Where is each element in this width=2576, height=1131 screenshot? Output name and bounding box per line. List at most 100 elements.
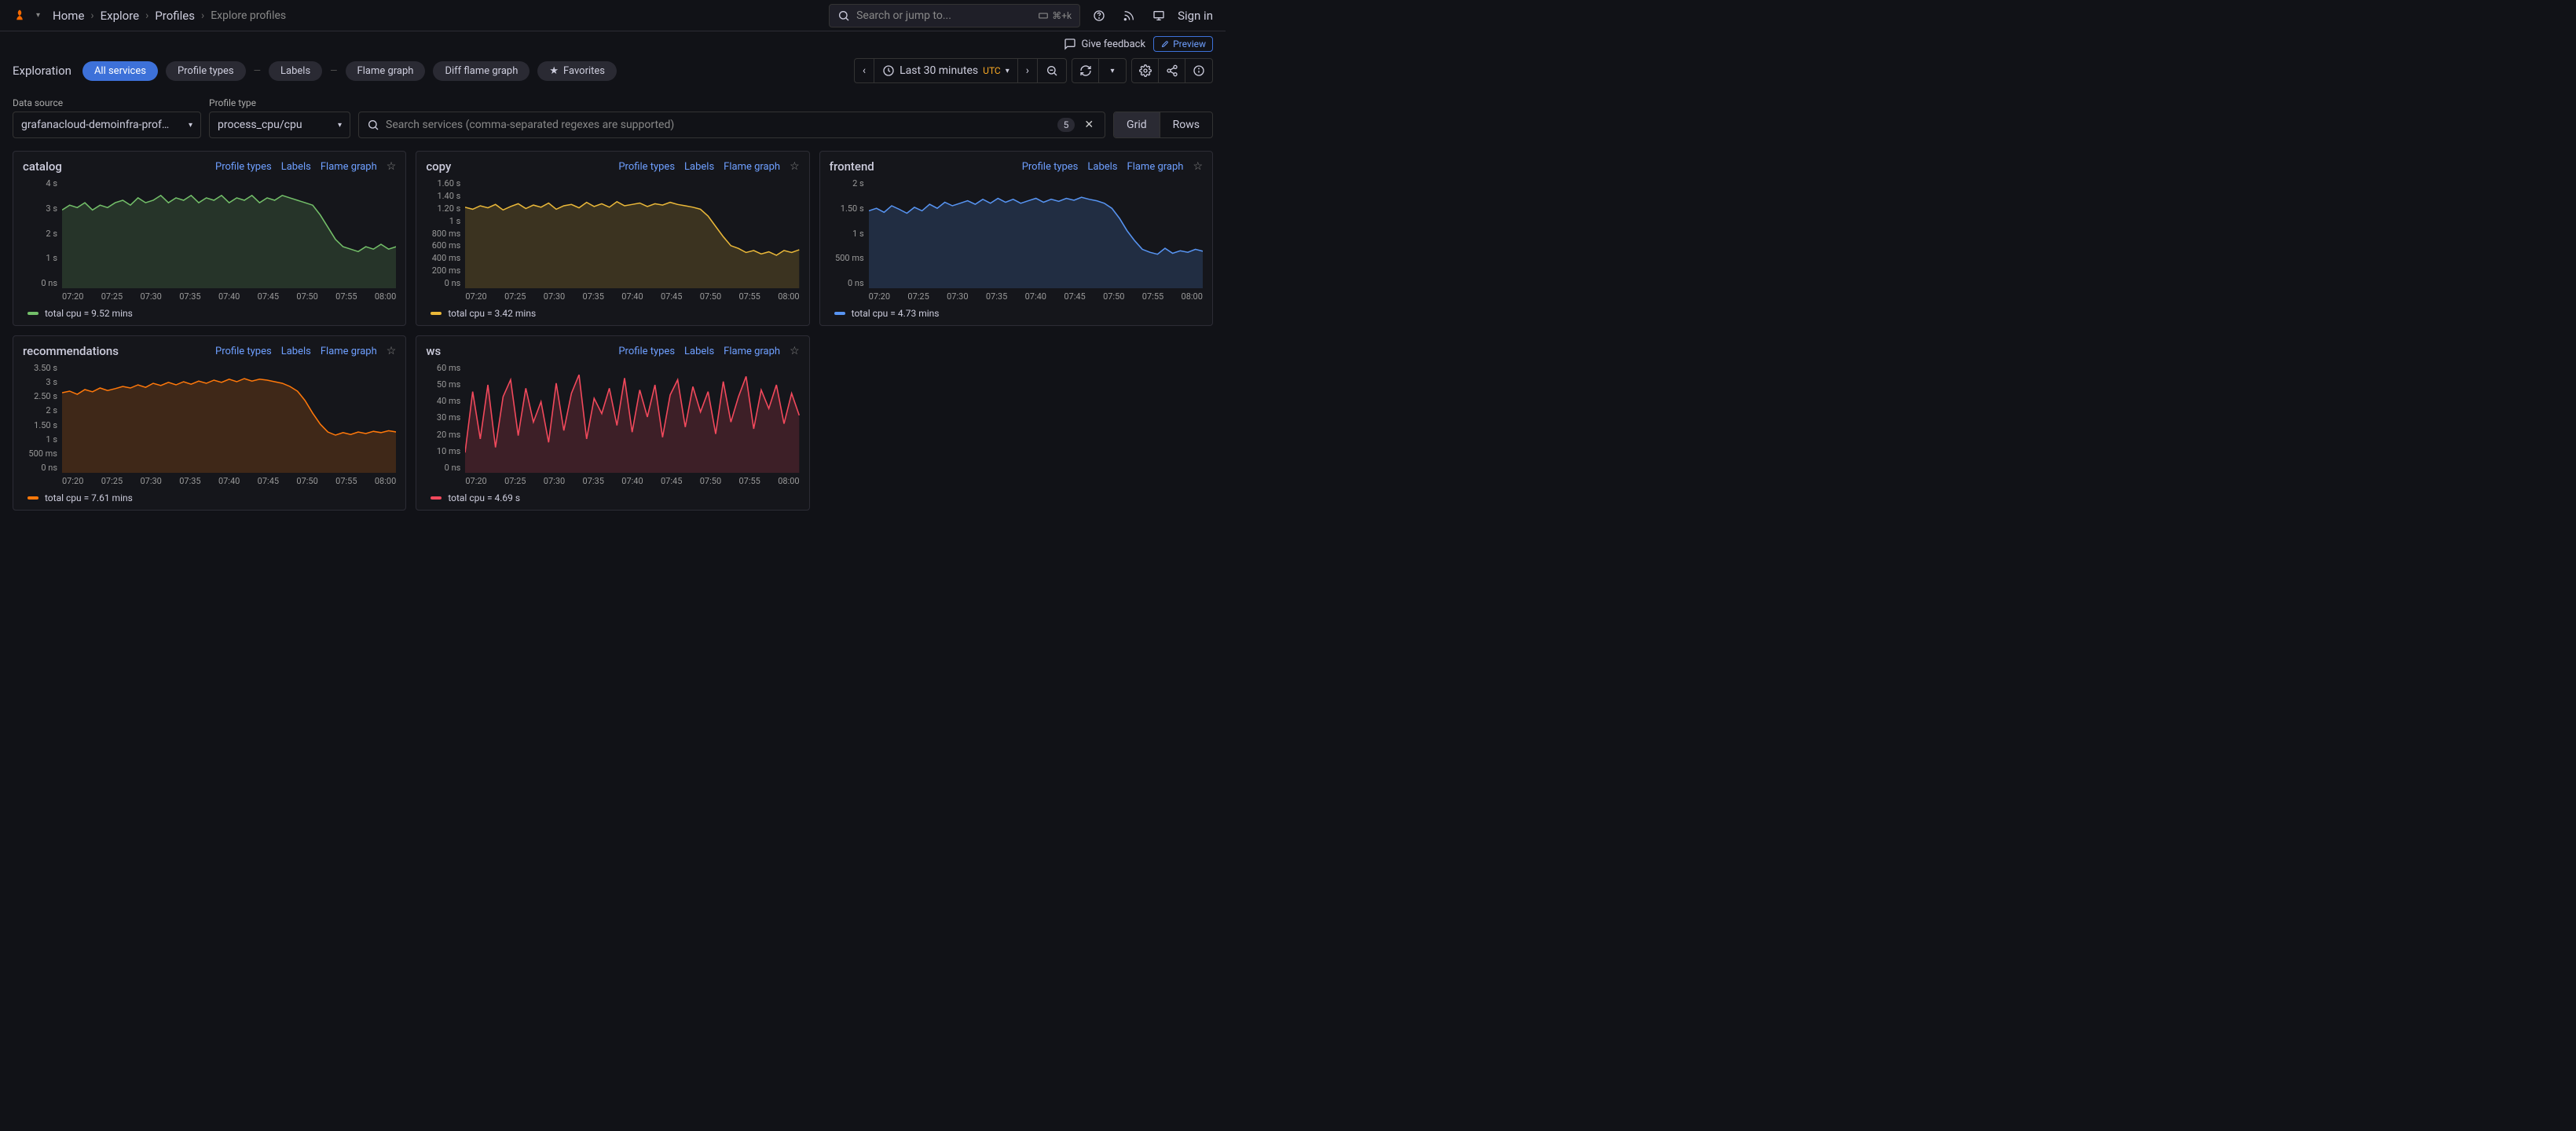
panel-link-flame-graph[interactable]: Flame graph	[724, 346, 780, 357]
help-icon[interactable]	[1088, 5, 1110, 27]
favorite-star-button[interactable]: ☆	[387, 345, 397, 357]
tab-labels[interactable]: Labels	[269, 61, 322, 81]
datasource-select[interactable]: grafanacloud-demoinfra-prof… ▾	[13, 112, 201, 138]
filter-controls: Data source grafanacloud-demoinfra-prof……	[0, 90, 1226, 151]
panel-link-labels[interactable]: Labels	[281, 346, 311, 357]
refresh-button[interactable]	[1072, 59, 1099, 82]
favorite-star-button[interactable]: ☆	[1193, 160, 1203, 173]
plot-area[interactable]	[465, 178, 799, 288]
favorite-star-button[interactable]: ☆	[790, 160, 800, 173]
panel-title: frontend	[830, 159, 874, 174]
chevron-down-icon[interactable]: ▾	[36, 11, 40, 20]
tab-diff-flame-graph[interactable]: Diff flame graph	[433, 61, 529, 81]
legend-text: total cpu = 3.42 mins	[448, 308, 536, 319]
info-icon	[1193, 64, 1205, 77]
share-button[interactable]	[1159, 59, 1185, 82]
info-button[interactable]	[1185, 59, 1212, 82]
time-forward-button[interactable]: ›	[1018, 59, 1038, 82]
legend-swatch	[431, 312, 442, 315]
refresh-group: ▾	[1072, 58, 1127, 83]
tab-flame-graph[interactable]: Flame graph	[346, 61, 426, 81]
settings-button[interactable]	[1132, 59, 1159, 82]
top-bar: ▾ Home › Explore › Profiles › Explore pr…	[0, 0, 1226, 31]
give-feedback-link[interactable]: Give feedback	[1064, 38, 1145, 50]
panel-title: catalog	[23, 159, 62, 174]
star-icon: ★	[549, 65, 559, 77]
legend: total cpu = 3.42 mins	[426, 302, 799, 319]
breadcrumb-profiles[interactable]: Profiles	[155, 9, 195, 23]
panel-link-labels[interactable]: Labels	[281, 161, 311, 173]
x-axis: 07:2007:2507:3007:3507:4007:4507:5007:55…	[830, 288, 1203, 302]
panel-link-profile-types[interactable]: Profile types	[215, 161, 272, 173]
grafana-logo[interactable]	[13, 8, 28, 24]
refresh-interval-button[interactable]: ▾	[1099, 59, 1126, 82]
panel-link-flame-graph[interactable]: Flame graph	[1127, 161, 1184, 173]
x-axis: 07:2007:2507:3007:3507:4007:4507:5007:55…	[426, 288, 799, 302]
panel-link-flame-graph[interactable]: Flame graph	[321, 161, 377, 173]
breadcrumb-home[interactable]: Home	[53, 9, 84, 23]
clock-icon	[882, 64, 895, 77]
topbar-left: ▾ Home › Explore › Profiles › Explore pr…	[13, 8, 286, 24]
legend: total cpu = 7.61 mins	[23, 486, 396, 503]
panel-links: Profile types Labels Flame graph ☆	[1022, 160, 1203, 173]
tab-profile-types[interactable]: Profile types	[166, 61, 246, 81]
time-back-button[interactable]: ‹	[855, 59, 874, 82]
clear-search-button[interactable]: ✕	[1081, 119, 1097, 131]
topbar-right: Search or jump to... ⌘+k Sign in	[829, 4, 1213, 27]
favorite-star-button[interactable]: ☆	[790, 345, 800, 357]
time-range-button[interactable]: Last 30 minutes UTC ▾	[874, 59, 1018, 82]
panel-link-labels[interactable]: Labels	[1087, 161, 1117, 173]
panel-link-profile-types[interactable]: Profile types	[618, 161, 675, 173]
panel-link-flame-graph[interactable]: Flame graph	[724, 161, 780, 173]
panel-link-profile-types[interactable]: Profile types	[618, 346, 675, 357]
plot-area[interactable]	[62, 178, 396, 288]
profile-type-label: Profile type	[209, 97, 350, 108]
panel-links: Profile types Labels Flame graph ☆	[618, 160, 799, 173]
main-controls: Exploration All services Profile types —…	[0, 52, 1226, 90]
chart: 4 s3 s2 s1 s0 ns	[23, 178, 396, 288]
search-placeholder: Search or jump to...	[856, 9, 1031, 22]
search-kbd: ⌘+k	[1038, 10, 1072, 21]
panel-link-flame-graph[interactable]: Flame graph	[321, 346, 377, 357]
panel-links: Profile types Labels Flame graph ☆	[215, 345, 396, 357]
view-toggle: Grid Rows	[1113, 112, 1213, 138]
refresh-icon	[1079, 64, 1092, 77]
search-services-placeholder: Search services (comma-separated regexes…	[386, 119, 1051, 131]
x-axis: 07:2007:2507:3007:3507:4007:4507:5007:55…	[23, 473, 396, 486]
profile-type-select[interactable]: process_cpu/cpu ▾	[209, 112, 350, 138]
chart: 1.60 s1.40 s1.20 s1 s800 ms600 ms400 ms2…	[426, 178, 799, 288]
legend-text: total cpu = 9.52 mins	[45, 308, 133, 319]
panel-link-profile-types[interactable]: Profile types	[1022, 161, 1079, 173]
zoom-out-button[interactable]	[1038, 59, 1066, 82]
breadcrumb-explore[interactable]: Explore	[101, 9, 140, 23]
search-services-input[interactable]: Search services (comma-separated regexes…	[358, 112, 1105, 138]
legend: total cpu = 4.69 s	[426, 486, 799, 503]
tab-favorites[interactable]: ★ Favorites	[537, 61, 617, 81]
panel-header: frontend Profile types Labels Flame graph ☆	[830, 159, 1203, 174]
plot-area[interactable]	[869, 178, 1203, 288]
rows-view-button[interactable]: Rows	[1160, 112, 1212, 137]
tab-all-services[interactable]: All services	[82, 61, 158, 81]
panel-link-labels[interactable]: Labels	[684, 346, 714, 357]
sign-in-link[interactable]: Sign in	[1178, 9, 1213, 23]
global-search[interactable]: Search or jump to... ⌘+k	[829, 4, 1080, 27]
tab-sep: —	[254, 65, 261, 76]
panel-copy: copyProfile typesLabelsFlame graph☆1.60 …	[416, 151, 809, 326]
chart: 60 ms50 ms40 ms30 ms20 ms10 ms0 ns	[426, 363, 799, 473]
chart: 2 s1.50 s1 s500 ms0 ns	[830, 178, 1203, 288]
grid-view-button[interactable]: Grid	[1114, 112, 1160, 137]
zoom-out-icon	[1046, 64, 1058, 77]
panel-header: catalog Profile types Labels Flame graph ☆	[23, 159, 396, 174]
panel-ws: wsProfile typesLabelsFlame graph☆60 ms50…	[416, 335, 809, 511]
favorite-star-button[interactable]: ☆	[387, 160, 397, 173]
panel-link-labels[interactable]: Labels	[684, 161, 714, 173]
plot-area[interactable]	[465, 363, 799, 473]
sub-bar: Give feedback Preview	[0, 31, 1226, 52]
legend-text: total cpu = 4.73 mins	[852, 308, 940, 319]
plot-area[interactable]	[62, 363, 396, 473]
rss-icon[interactable]	[1118, 5, 1140, 27]
monitor-icon[interactable]	[1148, 5, 1170, 27]
panel-link-profile-types[interactable]: Profile types	[215, 346, 272, 357]
search-icon	[837, 9, 850, 22]
exploration-label: Exploration	[13, 64, 71, 78]
